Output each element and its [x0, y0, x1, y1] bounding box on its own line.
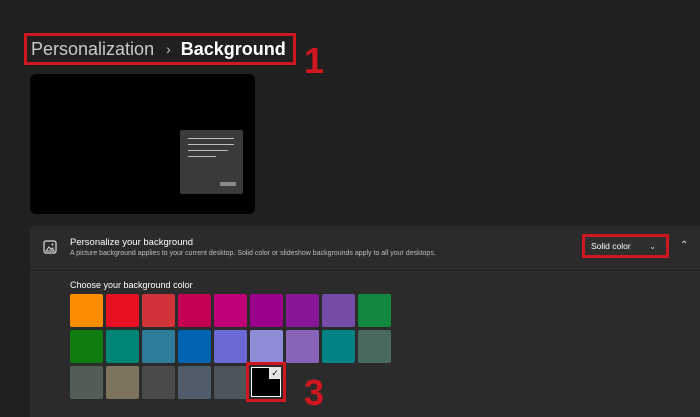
row-description: A picture background applies to your cur… [70, 250, 436, 257]
color-swatch[interactable] [142, 294, 175, 327]
background-color-section: Choose your background color ✓ [30, 271, 700, 417]
breadcrumb: Personalization › Background [24, 33, 296, 65]
breadcrumb-separator-icon: › [166, 41, 171, 57]
choose-color-label: Choose your background color [70, 280, 193, 290]
annotation-number-3: 3 [304, 372, 325, 413]
color-swatch[interactable] [214, 330, 247, 363]
preview-window [180, 130, 243, 194]
desktop-preview [30, 74, 255, 214]
annotation-number-1: 1 [304, 40, 325, 81]
background-type-dropdown[interactable]: Solid color ⌄ [582, 234, 669, 258]
page-title: Background [180, 38, 286, 59]
color-swatch[interactable] [106, 294, 139, 327]
chevron-down-icon: ⌄ [649, 242, 656, 251]
color-swatch[interactable] [178, 330, 211, 363]
breadcrumb-personalization[interactable]: Personalization [31, 39, 154, 60]
color-swatch[interactable] [250, 330, 283, 363]
color-swatch[interactable] [142, 366, 175, 399]
color-swatch[interactable] [142, 330, 175, 363]
image-icon [43, 240, 57, 254]
color-swatch[interactable] [106, 366, 139, 399]
color-swatch[interactable] [286, 294, 319, 327]
color-swatch[interactable] [178, 294, 211, 327]
color-swatch[interactable] [358, 294, 391, 327]
personalize-background-row[interactable]: Personalize your background A picture ba… [30, 226, 700, 270]
color-swatch[interactable] [358, 330, 391, 363]
row-title: Personalize your background [70, 237, 194, 248]
color-swatch[interactable] [214, 366, 247, 399]
selected-color-highlight[interactable]: ✓ [246, 362, 286, 402]
color-swatch[interactable] [286, 330, 319, 363]
color-swatch[interactable] [70, 294, 103, 327]
chevron-up-icon[interactable]: ⌃ [680, 240, 688, 251]
color-swatch[interactable] [106, 330, 139, 363]
color-swatch[interactable] [250, 294, 283, 327]
color-swatch[interactable] [322, 330, 355, 363]
dropdown-value: Solid color [591, 241, 631, 251]
color-swatch-selected[interactable]: ✓ [251, 367, 281, 397]
color-swatch[interactable] [178, 366, 211, 399]
color-swatch[interactable] [322, 294, 355, 327]
checkmark-icon: ✓ [269, 367, 281, 379]
color-swatch[interactable] [70, 366, 103, 399]
color-swatch[interactable] [214, 294, 247, 327]
color-swatch[interactable] [70, 330, 103, 363]
